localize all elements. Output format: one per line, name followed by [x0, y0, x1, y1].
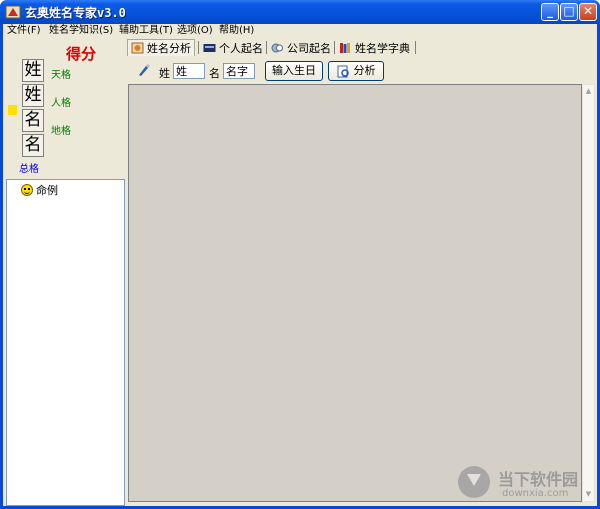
- analysis-result-area[interactable]: [128, 84, 582, 502]
- menu-help[interactable]: 帮助(H): [219, 25, 254, 37]
- analyze-button[interactable]: 分析: [328, 61, 384, 81]
- watermark-title: 当下软件园: [498, 470, 579, 489]
- pen-icon: [139, 64, 150, 76]
- case-tree[interactable]: 命例: [6, 179, 125, 506]
- marker-icon: [8, 105, 17, 115]
- birthday-button[interactable]: 输入生日: [265, 61, 323, 81]
- score-panel: 姓 姓 名 名 得分 天格 人格 地格 总格: [3, 39, 124, 179]
- tab-label: 姓名学字典: [355, 41, 410, 55]
- given-char-1: 名: [22, 109, 44, 132]
- vertical-scrollbar[interactable]: ▲ ▼: [582, 84, 595, 502]
- tab-label: 公司起名: [287, 41, 331, 55]
- menu-bar: 文件(F) 姓名学知识(S) 辅助工具(T) 选项(O) 帮助(H): [3, 24, 597, 39]
- tree-item-case[interactable]: 命例: [21, 182, 58, 198]
- surname-input[interactable]: [173, 63, 205, 79]
- scroll-up-icon[interactable]: ▲: [584, 86, 593, 96]
- tab-strip: 姓名分析 个人起名 公司起名 姓名学字典: [127, 39, 597, 56]
- client-area: 文件(F) 姓名学知识(S) 辅助工具(T) 选项(O) 帮助(H) 姓 姓 名…: [3, 24, 597, 506]
- given-char-2: 名: [22, 134, 44, 157]
- watermark-logo: 当下软件园 downxia.com: [458, 464, 588, 504]
- tab-name-analysis[interactable]: 姓名分析: [127, 39, 195, 56]
- tab-personal-naming[interactable]: 个人起名: [200, 39, 266, 56]
- watermark-url: downxia.com: [502, 488, 569, 499]
- ren-ge-label: 人格: [51, 98, 71, 109]
- minimize-button[interactable]: _: [541, 3, 559, 21]
- menu-tools[interactable]: 辅助工具(T): [119, 25, 173, 37]
- tab-separator: [334, 41, 335, 54]
- tian-ge-label: 天格: [51, 70, 71, 81]
- name-analysis-icon: [131, 42, 144, 54]
- menu-knowledge[interactable]: 姓名学知识(S): [49, 25, 113, 37]
- download-arrow-icon: [458, 466, 490, 498]
- tab-company-naming[interactable]: 公司起名: [268, 39, 334, 56]
- app-window: 玄奥姓名专家v3.0 _ □ ✕ 文件(F) 姓名学知识(S) 辅助工具(T) …: [0, 0, 600, 509]
- tab-dictionary[interactable]: 姓名学字典: [336, 39, 413, 56]
- tab-label: 姓名分析: [147, 42, 191, 55]
- maximize-button[interactable]: □: [560, 3, 578, 21]
- surname-char-2: 姓: [22, 84, 44, 107]
- app-icon: [5, 5, 21, 19]
- score-title: 得分: [66, 45, 97, 63]
- given-name-label: 名: [209, 67, 220, 80]
- menu-file[interactable]: 文件(F): [7, 25, 41, 37]
- zong-ge-label: 总格: [19, 164, 39, 175]
- company-naming-icon: [271, 43, 283, 52]
- surname-char-1: 姓: [22, 59, 44, 82]
- tab-separator: [266, 41, 267, 54]
- di-ge-label: 地格: [51, 126, 71, 137]
- tree-item-label: 命例: [36, 184, 58, 197]
- title-bar[interactable]: 玄奥姓名专家v3.0 _ □ ✕: [0, 0, 600, 24]
- analysis-toolbar: 姓 名 输入生日 分析: [127, 58, 597, 82]
- surname-label: 姓: [159, 67, 170, 80]
- analyze-icon: [337, 65, 349, 77]
- personal-naming-icon: [203, 43, 216, 52]
- menu-options[interactable]: 选项(O): [177, 25, 213, 37]
- smiley-icon: [21, 184, 33, 196]
- dictionary-icon: [340, 42, 350, 53]
- close-button[interactable]: ✕: [579, 3, 597, 21]
- tab-separator: [198, 41, 199, 54]
- analyze-label: 分析: [353, 64, 376, 77]
- given-name-input[interactable]: [223, 63, 255, 79]
- window-title: 玄奥姓名专家v3.0: [25, 6, 126, 20]
- tab-label: 个人起名: [219, 41, 263, 55]
- tab-separator: [415, 41, 416, 54]
